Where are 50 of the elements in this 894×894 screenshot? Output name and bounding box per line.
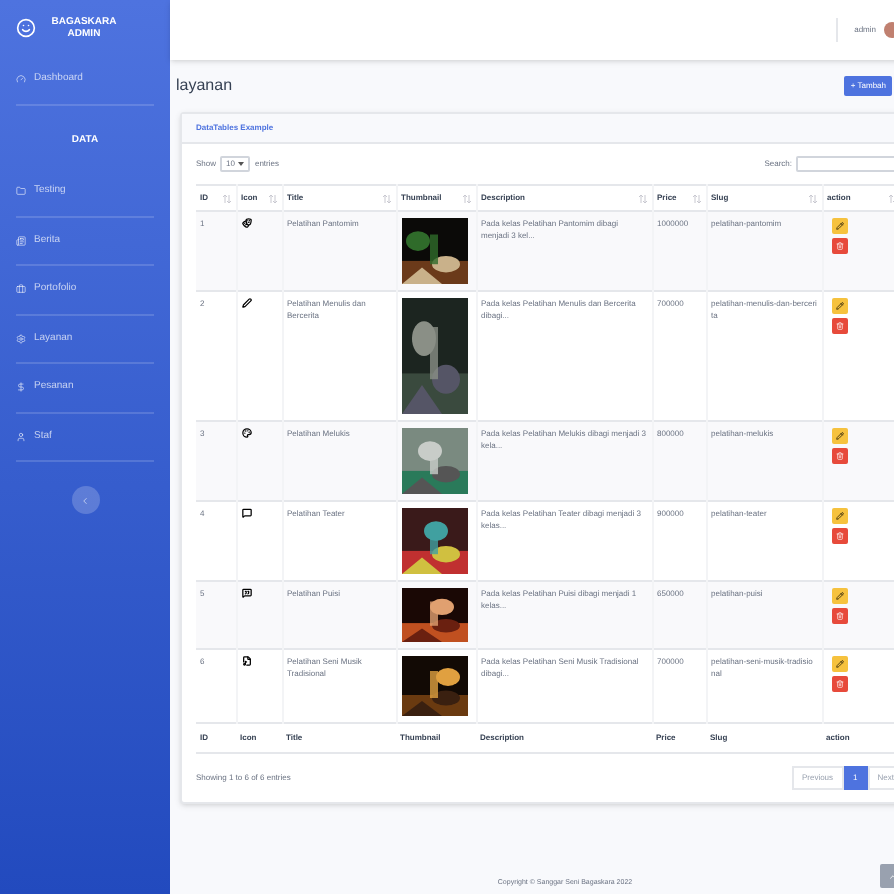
pencil-icon — [835, 222, 843, 230]
pencil-icon — [835, 660, 843, 668]
nav-icon — [16, 333, 26, 344]
pencil-icon — [835, 302, 843, 310]
row-icon — [241, 588, 251, 598]
sort-icon — [461, 193, 471, 203]
sort-icon — [691, 193, 701, 203]
trash-icon — [835, 532, 843, 540]
trash-icon — [835, 452, 843, 460]
nav-icon — [16, 431, 26, 442]
nav-icon — [16, 382, 26, 393]
row-icon — [241, 218, 251, 228]
delete-button[interactable] — [831, 528, 847, 544]
trash-icon — [835, 322, 843, 330]
row-icon — [241, 298, 251, 308]
delete-button[interactable] — [831, 448, 847, 464]
delete-button[interactable] — [831, 238, 847, 254]
edit-button[interactable] — [831, 428, 847, 444]
row-icon — [241, 656, 251, 666]
sidebar-toggle[interactable] — [71, 486, 99, 514]
chevron-icon — [80, 495, 90, 505]
nav-icon — [16, 284, 26, 295]
pencil-icon — [835, 432, 843, 440]
edit-button[interactable] — [831, 298, 847, 314]
delete-button[interactable] — [831, 608, 847, 624]
sort-icon — [637, 193, 647, 203]
edit-button[interactable] — [831, 218, 847, 234]
page-title: layanan — [176, 74, 233, 98]
sort-icon — [267, 193, 277, 203]
trash-icon — [835, 680, 843, 688]
sort-icon — [381, 193, 391, 203]
edit-button[interactable] — [831, 508, 847, 524]
trash-icon — [835, 612, 843, 620]
pencil-icon — [835, 512, 843, 520]
nav-icon — [16, 74, 26, 85]
delete-button[interactable] — [831, 676, 847, 692]
pencil-icon — [835, 592, 843, 600]
delete-button[interactable] — [831, 318, 847, 334]
sort-icon — [221, 193, 231, 203]
nav-icon — [16, 186, 26, 197]
row-icon — [241, 508, 251, 518]
sort-icon — [807, 193, 817, 203]
row-icon — [241, 428, 251, 438]
edit-button[interactable] — [831, 656, 847, 672]
caret-icon — [238, 162, 245, 166]
edit-button[interactable] — [831, 588, 847, 604]
logo-icon — [16, 18, 36, 38]
search-field[interactable] — [796, 156, 894, 172]
trash-icon — [835, 242, 843, 250]
nav-icon — [16, 235, 26, 246]
